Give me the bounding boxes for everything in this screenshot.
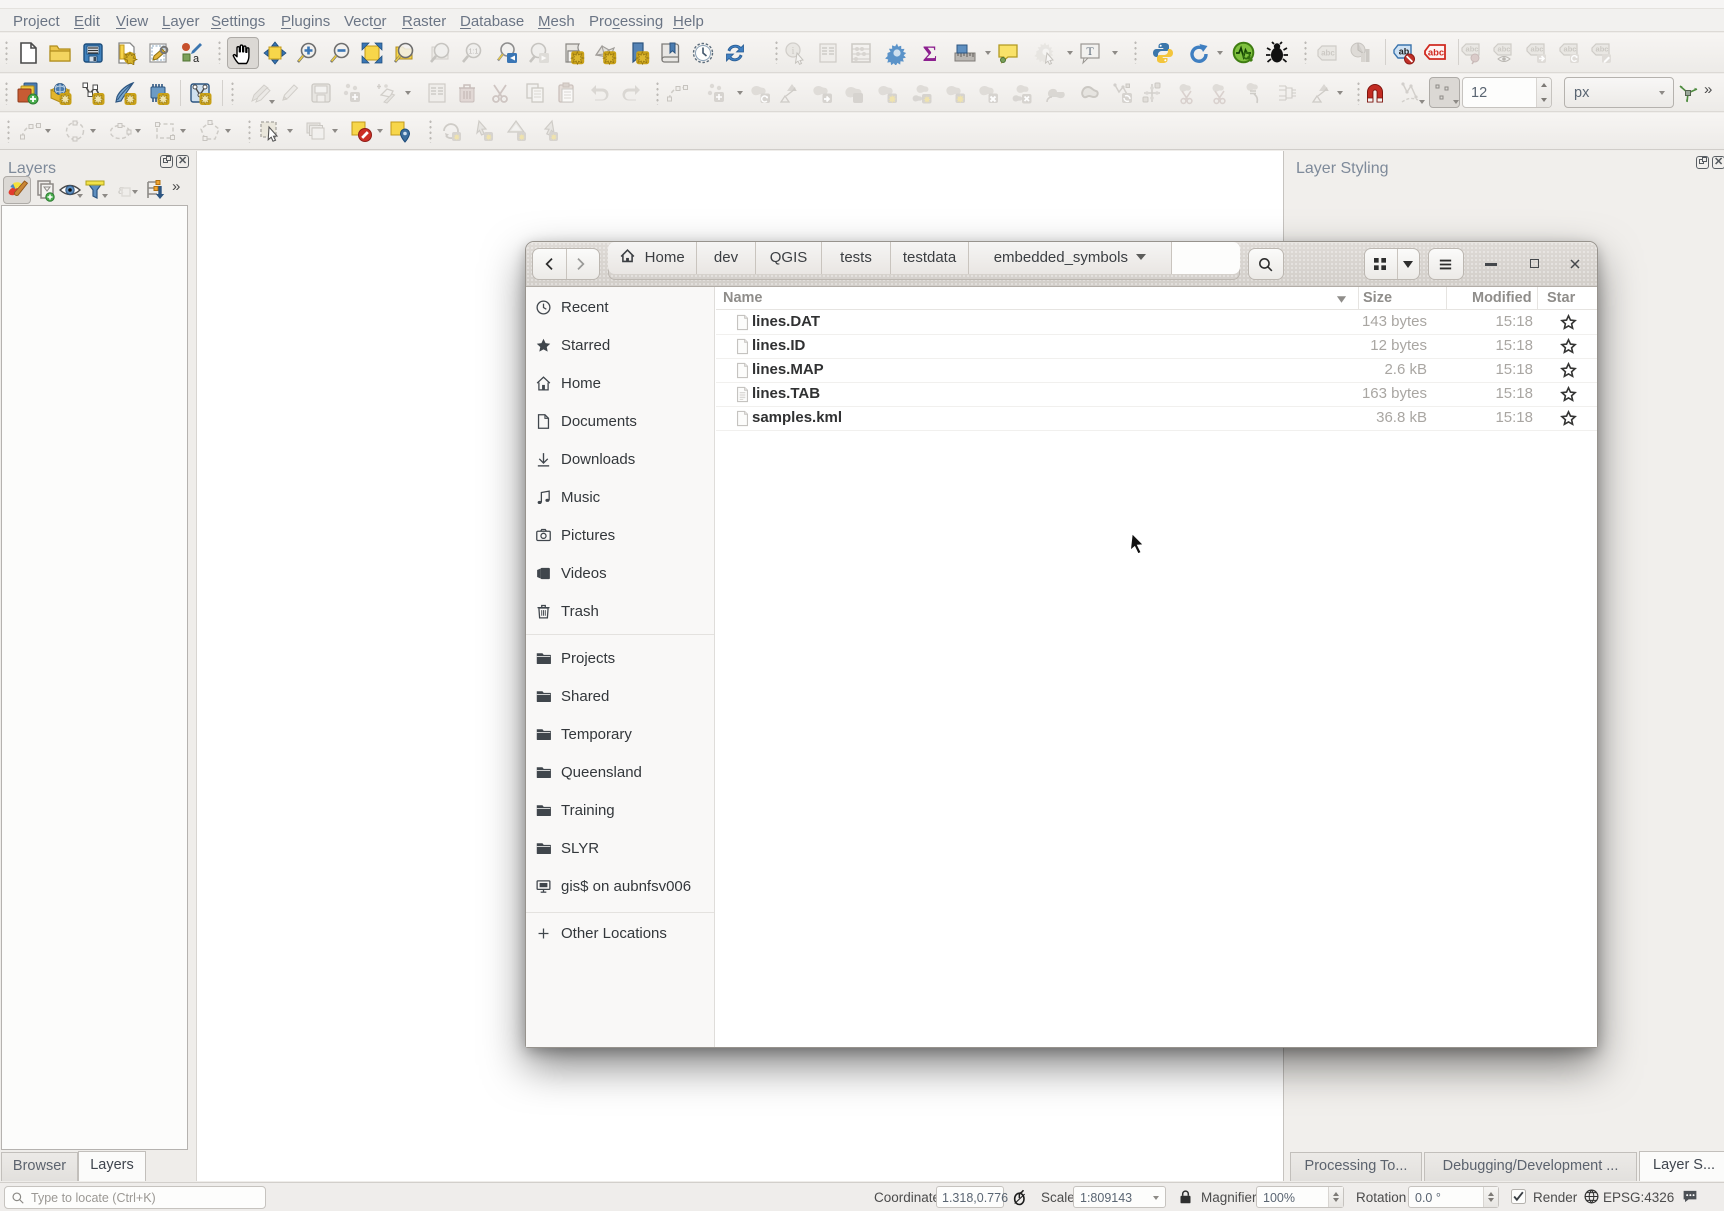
svg-text:abc: abc bbox=[1466, 45, 1479, 54]
svg-text:1:1: 1:1 bbox=[469, 49, 479, 56]
svg-text:abc: abc bbox=[1428, 48, 1444, 59]
svg-text:i: i bbox=[792, 46, 795, 57]
svg-text:a: a bbox=[193, 53, 200, 65]
svg-text:abc: abc bbox=[1596, 45, 1609, 54]
svg-text:abc: abc bbox=[1564, 45, 1577, 54]
svg-text:abc: abc bbox=[1321, 49, 1335, 58]
svg-text:T: T bbox=[1086, 44, 1094, 58]
svg-text:abc: abc bbox=[1498, 45, 1511, 54]
svg-text:abc: abc bbox=[1531, 45, 1544, 54]
svg-text:Σ: Σ bbox=[923, 41, 937, 65]
